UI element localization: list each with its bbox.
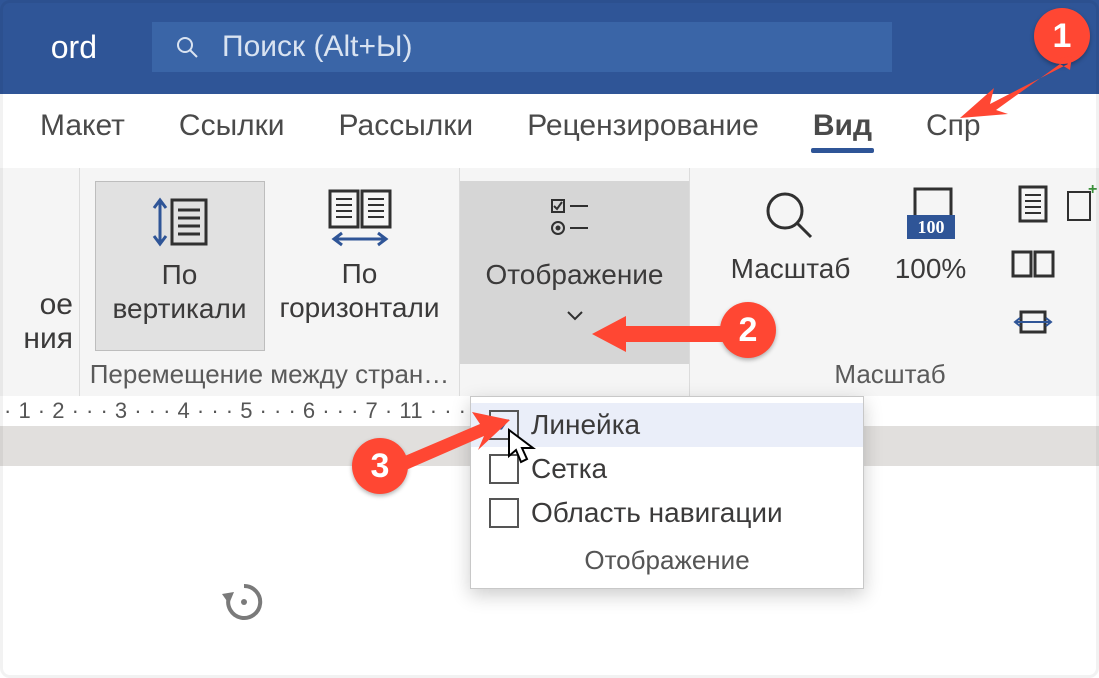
show-dropdown-menu: Линейка Сетка Область навигации Отображе… (470, 396, 864, 589)
page-width-button[interactable] (1006, 301, 1061, 349)
svg-text:100: 100 (917, 217, 944, 237)
horizontal-button-line2: горизонтали (279, 291, 439, 325)
title-bar: ord Поиск (Alt+Ы) (0, 0, 1099, 94)
show-dropdown-label: Отображение (485, 259, 663, 291)
zoom-button-label: Масштаб (731, 253, 851, 285)
magnifier-icon (763, 181, 819, 253)
callout-1-arrow (960, 58, 1070, 138)
svg-text:+: + (1088, 181, 1097, 198)
new-window-icon[interactable]: + (1066, 188, 1092, 222)
page-width-icon (1011, 310, 1055, 340)
checkbox-navigation-pane[interactable] (489, 498, 519, 528)
callout-3-arrow (400, 412, 510, 472)
tab-review[interactable]: Рецензирование (525, 105, 761, 147)
multi-page-button[interactable] (1006, 241, 1061, 289)
menu-item-ruler-label: Линейка (531, 409, 640, 441)
vertical-button[interactable]: По вертикали (95, 181, 265, 351)
fragment-text-line1: ое (40, 288, 73, 322)
callout-1: 1 (1034, 8, 1090, 64)
zoom-100-button[interactable]: 100 100% (876, 181, 986, 285)
menu-item-navigation-label: Область навигации (531, 497, 783, 529)
menu-item-grid-label: Сетка (531, 453, 607, 485)
one-page-icon (1016, 185, 1050, 225)
search-icon (152, 35, 222, 59)
callout-2-arrow (592, 312, 732, 356)
search-box[interactable]: Поиск (Alt+Ы) (152, 22, 892, 72)
group-fragment-left: ое ния (0, 168, 80, 396)
horizontal-button[interactable]: По горизонтали (275, 181, 445, 351)
group-page-movement: По вертикали (80, 168, 460, 396)
horizontal-button-line1: По (342, 257, 378, 291)
ribbon: ое ния По (0, 168, 1099, 398)
search-placeholder: Поиск (Alt+Ы) (222, 30, 413, 64)
tab-references[interactable]: Ссылки (177, 105, 287, 147)
rotate-anchor-icon[interactable] (220, 580, 268, 635)
app-title-fragment: ord (0, 29, 152, 66)
group-show: Отображение (460, 168, 690, 396)
mouse-cursor-icon (507, 428, 539, 473)
tab-view[interactable]: Вид (811, 105, 874, 147)
multi-page-icon (1011, 250, 1055, 280)
ribbon-tabs: Макет Ссылки Рассылки Рецензирование Вид… (0, 94, 1099, 158)
fragment-text-line2: ния (23, 322, 73, 356)
zoom-mini-column (1006, 181, 1061, 349)
chevron-down-icon (566, 297, 584, 329)
group-zoom: Масштаб 100 100% (690, 168, 1090, 396)
tab-layout[interactable]: Макет (38, 105, 127, 147)
zoom-100-label: 100% (895, 253, 967, 285)
dropdown-title: Отображение (471, 535, 863, 588)
group-page-movement-label: Перемещение между стран… (80, 359, 459, 396)
zoom-button[interactable]: Масштаб (726, 181, 856, 285)
menu-item-navigation-pane[interactable]: Область навигации (471, 491, 863, 535)
vertical-button-line1: По (162, 258, 198, 292)
vertical-button-line2: вертикали (113, 292, 247, 326)
group-zoom-label: Масштаб (690, 359, 1090, 396)
show-options-icon (550, 181, 600, 259)
tab-mailings[interactable]: Рассылки (337, 105, 476, 147)
one-page-button[interactable] (1006, 181, 1061, 229)
horizontal-page-icon (324, 185, 396, 257)
page-100-icon: 100 (895, 181, 967, 253)
group-fragment-right: + (1059, 168, 1099, 412)
vertical-page-icon (150, 186, 210, 258)
